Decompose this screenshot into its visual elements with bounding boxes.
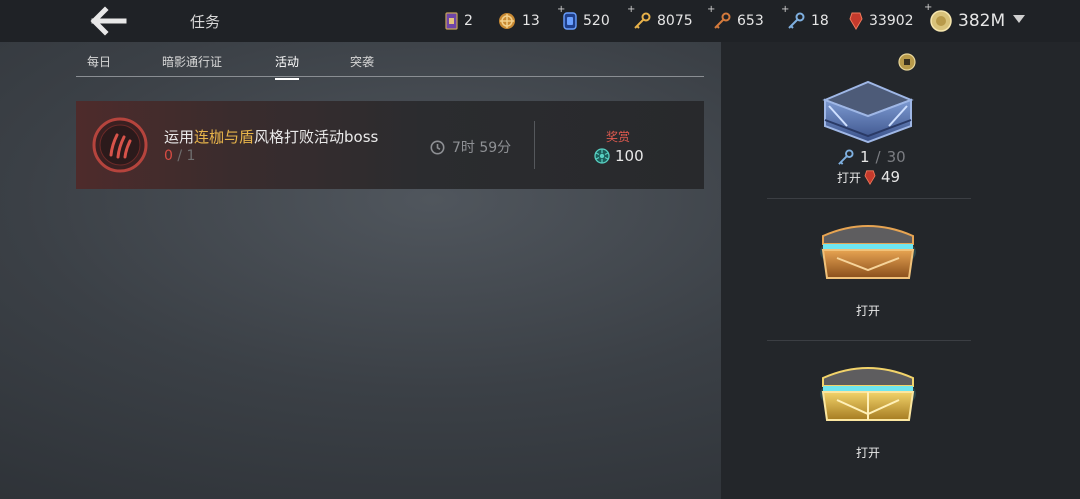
keys-total: 30	[886, 148, 906, 166]
gold-key-count: 8075	[657, 13, 693, 29]
bronze-key-count: 653	[737, 13, 764, 29]
progress-total: 1	[186, 148, 196, 164]
tab-raid[interactable]: 突袭	[350, 53, 374, 70]
mission-title-prefix: 运用	[164, 128, 195, 146]
currency-red-crystal: 33902	[849, 10, 914, 32]
bronze-chest-icon[interactable]	[817, 214, 919, 286]
back-arrow-icon[interactable]	[86, 6, 128, 36]
gold-open-button[interactable]: 打开	[856, 444, 880, 461]
tab-daily[interactable]: 每日	[87, 53, 111, 70]
tab-shadow-pass[interactable]: 暗影通行证	[162, 53, 222, 70]
plus-icon[interactable]: +	[557, 4, 565, 15]
tab-event[interactable]: 活动	[275, 53, 300, 80]
top-bar: 任务 2 13 + 520 + 8075 + 653 + 18 33902 + …	[0, 0, 1080, 42]
gold-count: 382M	[958, 11, 1006, 31]
gold-chest-icon[interactable]	[817, 356, 919, 428]
card-divider	[534, 121, 535, 169]
reward-value: 100	[615, 147, 644, 165]
plus-icon[interactable]: +	[781, 4, 789, 15]
blue-gem-count: 520	[583, 13, 610, 29]
plus-icon[interactable]: +	[707, 4, 715, 15]
ticket-count: 2	[464, 13, 473, 29]
claw-icon	[92, 117, 148, 173]
chest-panel: 1 / 30 打开 49 打开 打开	[721, 42, 1080, 499]
silver-key-progress: 1 / 30	[837, 148, 906, 166]
plus-icon[interactable]: +	[924, 2, 932, 13]
chevron-down-icon[interactable]	[1012, 14, 1026, 24]
mission-card[interactable]: 运用连枷与盾风格打败活动boss 0 / 1 7时 59分 奖赏 100	[76, 101, 704, 189]
silver-key-count: 18	[811, 13, 829, 29]
currency-gear-coin: 13	[498, 10, 540, 32]
gear-coin-count: 13	[522, 13, 540, 29]
progress-separator: /	[177, 148, 183, 164]
currency-gold-key: + 8075	[627, 4, 693, 32]
reward: 100	[594, 147, 644, 165]
panel-divider	[767, 340, 971, 341]
currency-bronze-key: + 653	[707, 4, 764, 32]
red-crystal-icon	[864, 169, 876, 185]
silver-key-icon	[788, 12, 805, 29]
currency-gold-coin: + 382M	[924, 2, 1006, 34]
tab-bar: 每日 暗影通行证 活动 突袭	[76, 42, 704, 80]
plus-icon[interactable]: +	[627, 4, 635, 15]
clock-icon	[430, 140, 445, 154]
red-crystal-count: 33902	[869, 13, 914, 29]
silver-key-icon	[838, 148, 854, 165]
gold-coin-icon	[930, 10, 952, 32]
reward-token-icon	[594, 148, 610, 164]
time-left: 7时 59分	[452, 140, 512, 156]
silver-open-row[interactable]: 打开 49	[837, 168, 900, 186]
mission-timer: 7时 59分	[430, 137, 511, 157]
reward-label: 奖赏	[606, 130, 631, 144]
currency-blue-gem: + 520	[557, 4, 610, 32]
silver-open-cost: 49	[881, 168, 901, 186]
keys-current: 1	[860, 148, 870, 166]
keys-separator: /	[875, 148, 881, 166]
coin-info-icon[interactable]	[898, 53, 916, 71]
ticket-icon	[445, 12, 458, 30]
red-crystal-icon	[849, 12, 863, 30]
bronze-key-icon	[714, 12, 731, 29]
silver-chest-icon[interactable]	[817, 76, 919, 148]
mission-title-suffix: 风格打败活动boss	[254, 128, 379, 146]
page-title: 任务	[190, 13, 221, 31]
mission-title: 运用连枷与盾风格打败活动boss	[164, 126, 378, 147]
panel-divider	[767, 198, 971, 199]
mission-progress: 0 / 1	[164, 148, 195, 164]
silver-open-label[interactable]: 打开	[837, 169, 861, 186]
gear-coin-icon	[499, 13, 515, 29]
progress-current: 0	[164, 148, 173, 164]
mission-title-highlight: 连枷与盾	[194, 128, 255, 146]
bronze-open-button[interactable]: 打开	[856, 302, 880, 319]
currency-ticket: 2	[445, 10, 473, 32]
gold-key-icon	[634, 12, 651, 29]
currency-silver-key: + 18	[781, 4, 829, 32]
